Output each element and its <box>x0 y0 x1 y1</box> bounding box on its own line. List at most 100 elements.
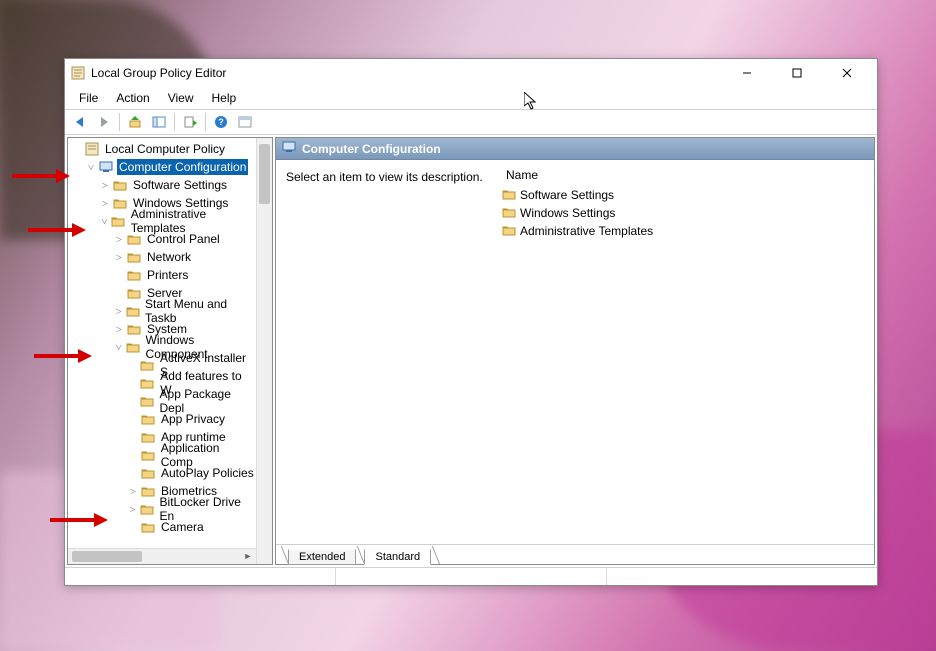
tab-extended[interactable]: Extended <box>288 549 356 565</box>
folder-icon <box>502 206 516 221</box>
filter-button[interactable] <box>234 111 256 133</box>
details-header: Computer Configuration <box>276 138 874 160</box>
app-icon <box>71 66 85 80</box>
folder-icon <box>112 196 128 210</box>
tree-pane: • Local Computer Policy ˅ Computer Config… <box>67 137 273 565</box>
collapse-icon[interactable]: ˅ <box>84 161 98 174</box>
toolbar-separator <box>174 113 175 131</box>
minimize-button[interactable] <box>725 59 769 87</box>
folder-icon <box>139 394 154 408</box>
folder-icon <box>126 322 142 336</box>
tree-item[interactable]: ˃Start Menu and Taskb <box>70 302 256 320</box>
computer-icon <box>282 141 296 156</box>
details-pane: Computer Configuration Select an item to… <box>275 137 875 565</box>
tree-item-label: AutoPlay Policies <box>159 465 256 481</box>
tree-item[interactable]: ˃ Software Settings <box>70 176 256 194</box>
folder-icon <box>140 466 156 480</box>
svg-text:?: ? <box>218 117 224 127</box>
folder-icon <box>140 430 156 444</box>
tree-item[interactable]: ˅Administrative Templates <box>70 212 256 230</box>
help-button[interactable]: ? <box>210 111 232 133</box>
toolbar-separator <box>119 113 120 131</box>
details-header-title: Computer Configuration <box>302 142 441 156</box>
export-list-button[interactable] <box>179 111 201 133</box>
list-item[interactable]: Windows Settings <box>502 204 868 222</box>
folder-icon <box>140 520 156 534</box>
tree-root-label: Local Computer Policy <box>103 141 227 157</box>
list-item-label: Administrative Templates <box>520 224 653 238</box>
folder-icon <box>140 484 156 498</box>
tree-horizontal-scrollbar[interactable]: ◄ ► <box>68 548 256 564</box>
window-title: Local Group Policy Editor <box>91 66 226 80</box>
folder-icon <box>126 286 142 300</box>
expand-icon[interactable]: ˃ <box>112 251 126 264</box>
folder-icon <box>126 268 142 282</box>
tab-standard[interactable]: Standard <box>364 549 431 565</box>
description-text: Select an item to view its description. <box>286 170 483 184</box>
folder-icon <box>111 214 126 228</box>
folder-icon <box>125 304 140 318</box>
tree-item[interactable]: •Application Comp <box>70 446 256 464</box>
tree-item[interactable]: •App Package Depl <box>70 392 256 410</box>
tree-item-label: Printers <box>145 267 190 283</box>
folder-icon <box>140 448 156 462</box>
folder-icon <box>140 376 156 390</box>
maximize-button[interactable] <box>775 59 819 87</box>
menu-help[interactable]: Help <box>204 89 245 107</box>
list-item[interactable]: Administrative Templates <box>502 222 868 240</box>
menu-file[interactable]: File <box>71 89 106 107</box>
folder-icon <box>126 250 142 264</box>
tree-item-label: Software Settings <box>131 177 229 193</box>
folder-icon <box>126 232 142 246</box>
list-item-label: Software Settings <box>520 188 614 202</box>
tab-strip: Extended Standard <box>276 544 874 564</box>
tree-item-label: Computer Configuration <box>117 159 248 175</box>
expand-icon[interactable]: ˃ <box>126 503 139 516</box>
folder-icon <box>502 188 516 203</box>
forward-button[interactable] <box>93 111 115 133</box>
collapse-icon[interactable]: ˅ <box>112 341 125 354</box>
folder-icon <box>139 502 154 516</box>
tree-root[interactable]: • Local Computer Policy <box>70 140 256 158</box>
folder-icon <box>140 412 156 426</box>
menu-view[interactable]: View <box>160 89 202 107</box>
status-bar <box>65 567 877 585</box>
tree-item[interactable]: •Printers <box>70 266 256 284</box>
up-button[interactable] <box>124 111 146 133</box>
tree-item-label: App Privacy <box>159 411 227 427</box>
list-item-label: Windows Settings <box>520 206 615 220</box>
close-button[interactable] <box>825 59 869 87</box>
toolbar-separator <box>205 113 206 131</box>
tree-item[interactable]: •AutoPlay Policies <box>70 464 256 482</box>
folder-icon <box>112 178 128 192</box>
collapse-icon[interactable]: ˅ <box>98 215 111 228</box>
menu-action[interactable]: Action <box>108 89 157 107</box>
tree-item-label: Camera <box>159 519 206 535</box>
tree-item-label: Control Panel <box>145 231 222 247</box>
back-button[interactable] <box>69 111 91 133</box>
scroll-right-icon[interactable]: ► <box>240 548 256 564</box>
expand-icon[interactable]: ˃ <box>112 323 126 336</box>
title-bar[interactable]: Local Group Policy Editor <box>65 59 877 87</box>
expand-icon[interactable]: ˃ <box>112 233 126 246</box>
tree-item-label: Network <box>145 249 193 265</box>
tree-item[interactable]: ˅ Computer Configuration <box>70 158 256 176</box>
show-hide-tree-button[interactable] <box>148 111 170 133</box>
menu-bar: File Action View Help <box>65 87 877 109</box>
computer-icon <box>98 160 114 174</box>
expand-icon[interactable]: ˃ <box>112 305 125 318</box>
list-item[interactable]: Software Settings <box>502 186 868 204</box>
tree-vertical-scrollbar[interactable] <box>256 138 272 564</box>
toolbar: ? <box>65 109 877 135</box>
folder-icon <box>502 224 516 239</box>
scroll-thumb[interactable] <box>259 144 270 204</box>
app-window: Local Group Policy Editor File Action Vi… <box>64 58 878 586</box>
policy-icon <box>84 142 100 156</box>
tree-item[interactable]: ˃BitLocker Drive En <box>70 500 256 518</box>
expand-icon[interactable]: ˃ <box>98 179 112 192</box>
expand-icon[interactable]: ˃ <box>98 197 112 210</box>
scroll-thumb[interactable] <box>72 551 142 562</box>
expand-icon[interactable]: ˃ <box>126 485 140 498</box>
tree-item[interactable]: ˃ Network <box>70 248 256 266</box>
column-header-name[interactable]: Name <box>502 166 868 184</box>
